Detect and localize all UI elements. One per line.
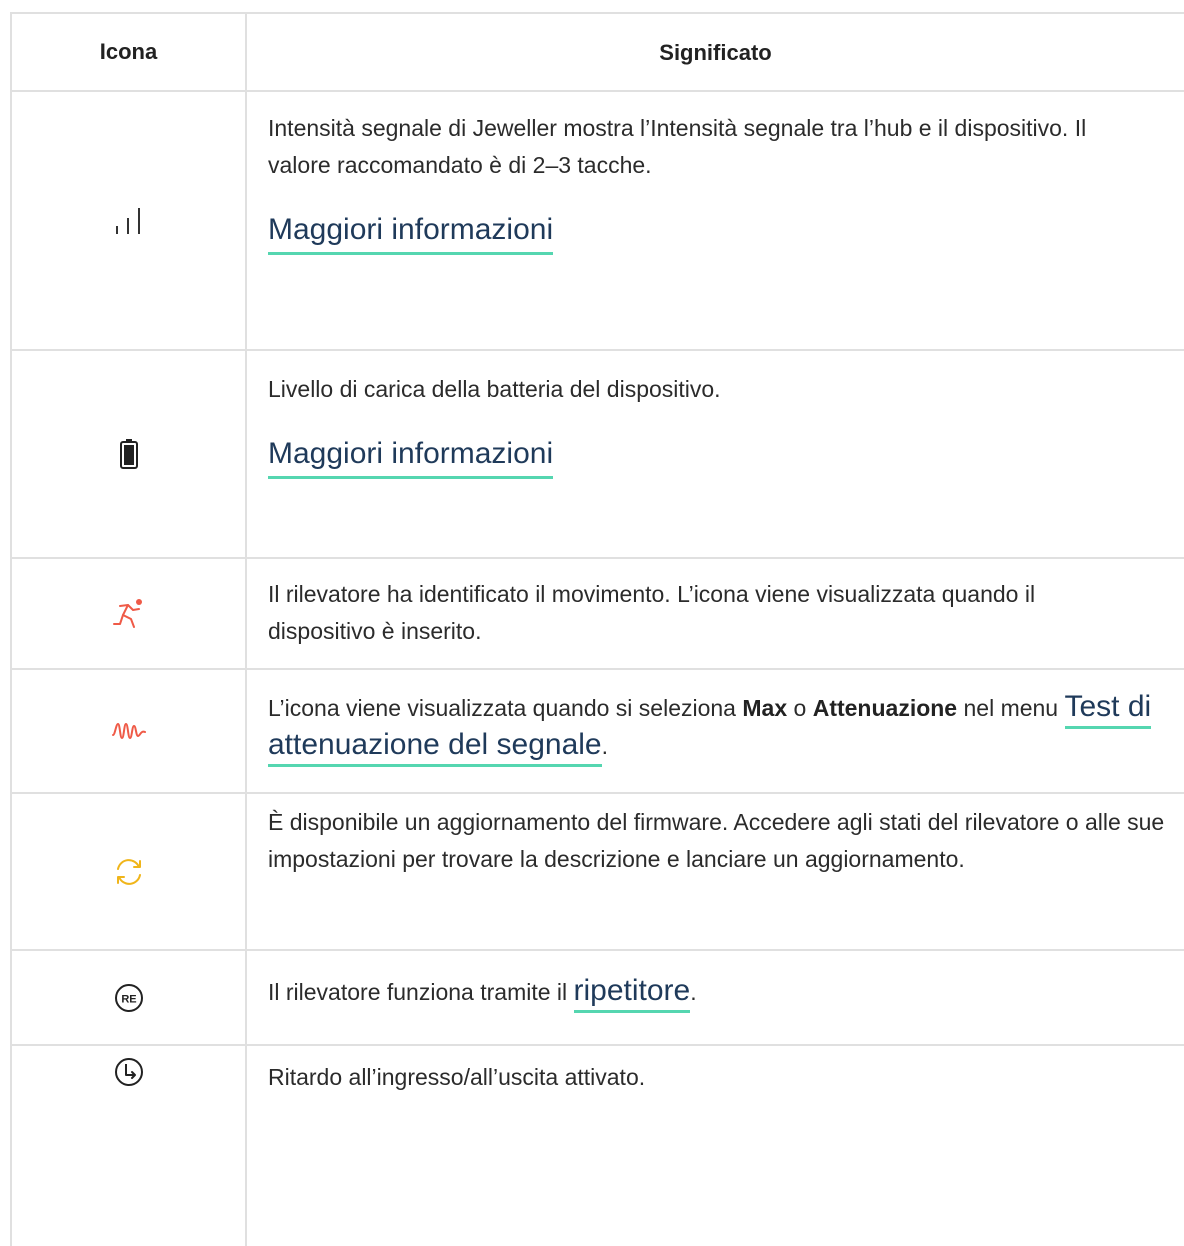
repeater-end: . bbox=[690, 979, 697, 1005]
motion-description: Il rilevatore ha identificato il movimen… bbox=[268, 581, 1036, 644]
table-row-motion: Il rilevatore ha identificato il movimen… bbox=[10, 559, 1184, 670]
running-person-icon bbox=[10, 559, 247, 668]
battery-more-info-link[interactable]: Maggiori informazioni bbox=[268, 436, 554, 479]
table-row-signal: Intensità segnale di Jeweller mostra l’I… bbox=[10, 92, 1184, 351]
icon-legend-table: Icona Significato Intensità segnale di J… bbox=[10, 12, 1184, 1246]
table-header-row: Icona Significato bbox=[10, 14, 1184, 92]
header-icon-column: Icona bbox=[10, 14, 247, 90]
table-row-repeater: RE Il rilevatore funziona tramite il rip… bbox=[10, 951, 1184, 1046]
re-badge-label: RE bbox=[121, 993, 136, 1005]
attenuation-max-label: Max bbox=[742, 695, 788, 721]
signal-more-info-link[interactable]: Maggiori informazioni bbox=[268, 212, 554, 255]
clock-arrow-icon bbox=[10, 1046, 247, 1246]
firmware-description: È disponibile un aggiornamento del firmw… bbox=[268, 809, 1165, 872]
repeater-link[interactable]: ripetitore bbox=[573, 974, 691, 1013]
attenuation-text-after: nel menu bbox=[957, 695, 1065, 721]
signal-strength-icon bbox=[10, 92, 247, 349]
header-meaning-column: Significato bbox=[659, 39, 772, 65]
delay-description: Ritardo all’ingresso/all’uscita attivato… bbox=[268, 1064, 646, 1090]
table-row-battery: Livello di carica della batteria del dis… bbox=[10, 351, 1184, 559]
signal-description: Intensità segnale di Jeweller mostra l’I… bbox=[268, 115, 1087, 178]
battery-icon bbox=[10, 351, 247, 557]
table-row-firmware: È disponibile un aggiornamento del firmw… bbox=[10, 794, 1184, 951]
attenuation-end: . bbox=[601, 733, 608, 759]
repeater-text-before: Il rilevatore funziona tramite il bbox=[268, 979, 574, 1005]
waveform-icon bbox=[10, 670, 247, 792]
table-row-attenuation: L’icona viene visualizzata quando si sel… bbox=[10, 670, 1184, 794]
attenuation-description: L’icona viene visualizzata quando si sel… bbox=[268, 689, 1184, 767]
update-arrows-icon bbox=[10, 794, 247, 949]
table-row-delay: Ritardo all’ingresso/all’uscita attivato… bbox=[10, 1046, 1184, 1246]
repeater-description: Il rilevatore funziona tramite il ripeti… bbox=[268, 973, 1184, 1013]
re-badge-icon: RE bbox=[10, 951, 247, 1044]
attenuation-or: o bbox=[787, 695, 813, 721]
battery-description: Livello di carica della batteria del dis… bbox=[268, 376, 721, 402]
attenuation-mode-label: Attenuazione bbox=[812, 695, 958, 721]
attenuation-text-before: L’icona viene visualizzata quando si sel… bbox=[268, 695, 743, 721]
